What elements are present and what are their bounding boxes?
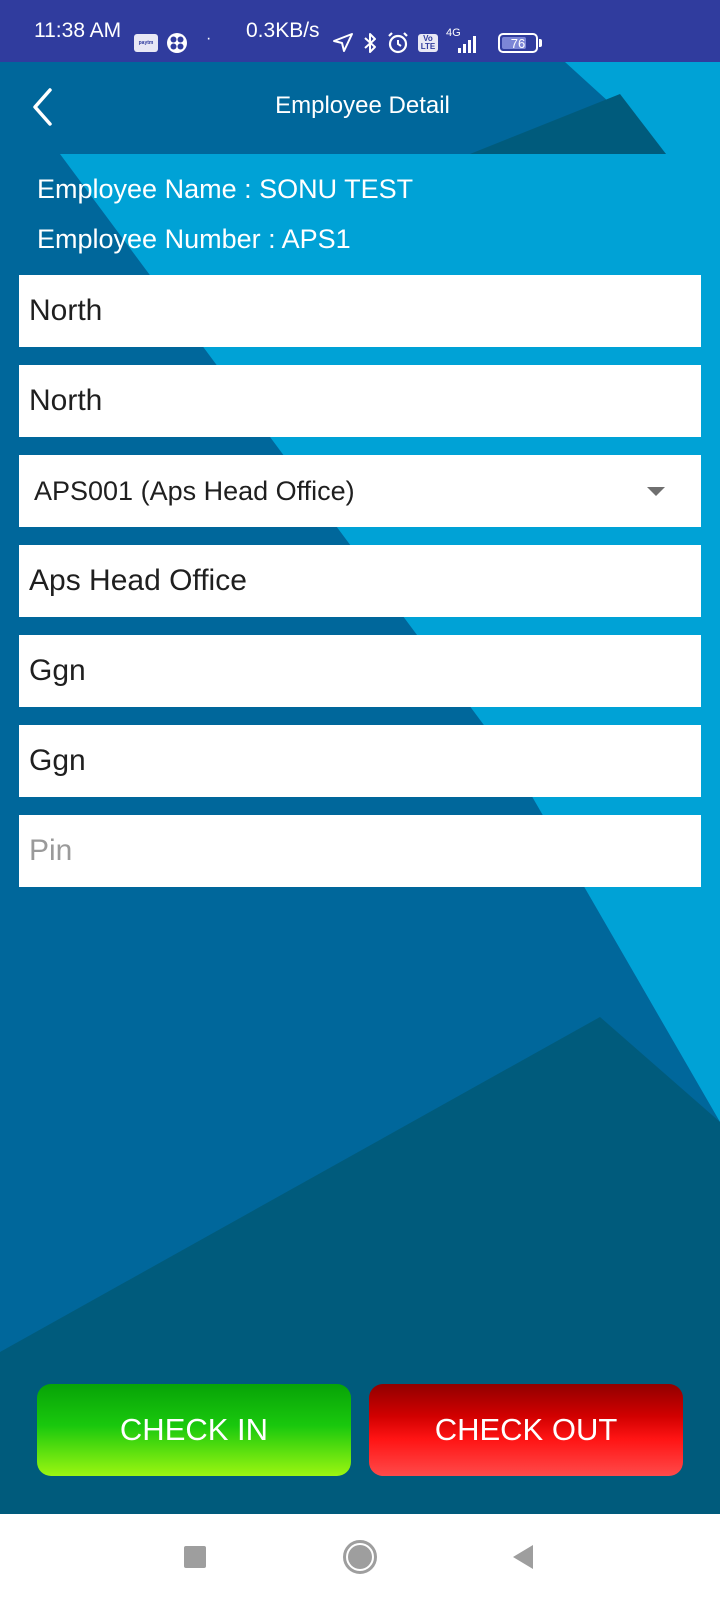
back-triangle-icon (513, 1545, 533, 1569)
employee-name: Employee Name : SONU TEST (37, 174, 413, 205)
region-input[interactable] (29, 275, 701, 347)
home-circle-icon (343, 1540, 377, 1574)
check-out-button[interactable]: CHECK OUT (369, 1384, 683, 1476)
employee-name-value: SONU TEST (259, 174, 414, 204)
network-speed: 0.3KB/s (246, 19, 320, 42)
bluetooth-icon (364, 33, 376, 53)
office-name-field[interactable] (19, 545, 701, 617)
city-input[interactable] (29, 635, 701, 707)
status-separator: · (206, 30, 212, 47)
signal-icon: 4G (446, 27, 490, 55)
branch-dropdown[interactable]: APS001 (Aps Head Office) (19, 455, 701, 527)
app-notification-icon (167, 33, 187, 53)
city-field[interactable] (19, 635, 701, 707)
pin-input[interactable] (29, 815, 701, 887)
paytm-icon: paytm (134, 34, 158, 52)
region-field[interactable] (19, 275, 701, 347)
employee-number-value: APS1 (281, 224, 351, 254)
zone-field[interactable] (19, 365, 701, 437)
battery-icon: 76 (498, 33, 542, 53)
app-content: Employee Detail Employee Name : SONU TES… (0, 62, 720, 1514)
home-button[interactable] (320, 1514, 400, 1600)
square-icon (184, 1546, 206, 1568)
check-in-button[interactable]: CHECK IN (37, 1384, 351, 1476)
system-nav-bar (0, 1514, 720, 1600)
status-icons: Vo LTE 4G 76 (332, 27, 542, 56)
branch-dropdown-value: APS001 (Aps Head Office) (34, 475, 355, 506)
status-bar: 11:38 AM paytm · 0.3KB/s Vo LTE 4G 76 (0, 0, 720, 62)
recents-button[interactable] (155, 1514, 235, 1600)
volte-icon: Vo LTE (418, 34, 438, 52)
employee-number-label: Employee Number : (37, 224, 276, 254)
pin-field[interactable] (19, 815, 701, 887)
employee-name-label: Employee Name : (37, 174, 252, 204)
location-input[interactable] (29, 725, 701, 797)
battery-percent: 76 (510, 35, 526, 51)
alarm-icon (388, 32, 408, 54)
dropdown-arrow-icon (647, 487, 665, 496)
office-name-input[interactable] (29, 545, 701, 617)
page-title: Employee Detail (275, 92, 450, 119)
location-field[interactable] (19, 725, 701, 797)
location-icon (333, 33, 353, 52)
app-header: Employee Detail (0, 62, 720, 154)
zone-input[interactable] (29, 365, 701, 437)
system-back-button[interactable] (483, 1514, 563, 1600)
status-time: 11:38 AM (34, 19, 122, 42)
employee-number: Employee Number : APS1 (37, 224, 351, 255)
